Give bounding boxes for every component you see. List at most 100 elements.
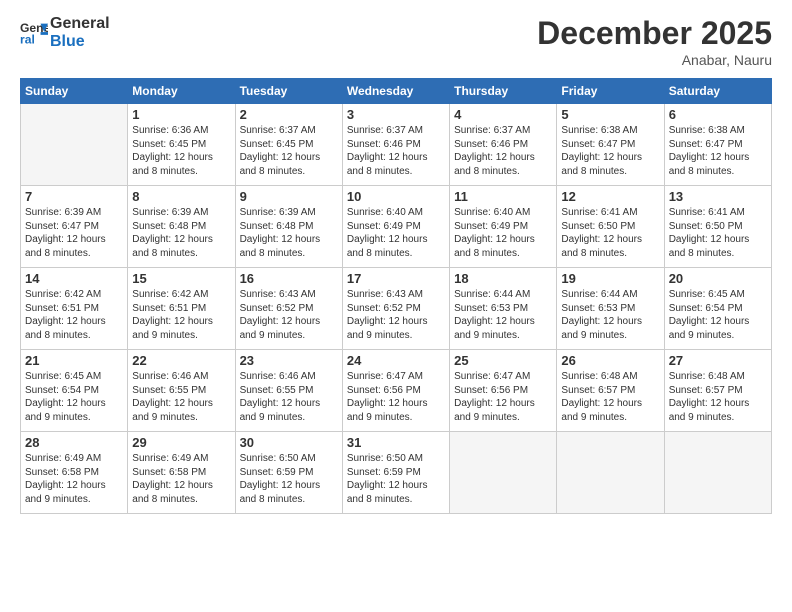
cell-info: Sunrise: 6:42 AM Sunset: 6:51 PM Dayligh… bbox=[25, 288, 123, 342]
cell-info: Sunrise: 6:39 AM Sunset: 6:47 PM Dayligh… bbox=[25, 206, 123, 260]
weekday-saturday: Saturday bbox=[664, 79, 771, 104]
day-number: 19 bbox=[561, 271, 659, 286]
calendar-cell: 22 Sunrise: 6:46 AM Sunset: 6:55 PM Dayli… bbox=[128, 350, 235, 432]
day-number: 7 bbox=[25, 189, 123, 204]
weekday-friday: Friday bbox=[557, 79, 664, 104]
calendar-cell: 9 Sunrise: 6:39 AM Sunset: 6:48 PM Daylig… bbox=[235, 186, 342, 268]
cell-info: Sunrise: 6:50 AM Sunset: 6:59 PM Dayligh… bbox=[240, 452, 338, 506]
cell-info: Sunrise: 6:38 AM Sunset: 6:47 PM Dayligh… bbox=[561, 124, 659, 178]
calendar-cell: 8Sunrise: 6:39 AM Sunset: 6:48 PM Daylig… bbox=[128, 186, 235, 268]
cell-info: Sunrise: 6:46 AM Sunset: 6:55 PM Dayligh… bbox=[240, 370, 338, 424]
day-number: 6 bbox=[669, 107, 767, 122]
cell-info: Sunrise: 6:36 AM Sunset: 6:45 PM Dayligh… bbox=[132, 124, 230, 178]
calendar-cell: 12 Sunrise: 6:41 AM Sunset: 6:50 PM Dayli… bbox=[557, 186, 664, 268]
day-number: 22 bbox=[132, 353, 230, 368]
day-number: 9 bbox=[240, 189, 338, 204]
day-number: 21 bbox=[25, 353, 123, 368]
cell-info: Sunrise: 6:44 AM Sunset: 6:53 PM Dayligh… bbox=[561, 288, 659, 342]
cell-info: Sunrise: 6:48 AM Sunset: 6:57 PM Dayligh… bbox=[561, 370, 659, 424]
week-row-5: 28Sunrise: 6:49 AM Sunset: 6:58 PM Dayli… bbox=[21, 432, 772, 514]
calendar-cell: 25 Sunrise: 6:47 AM Sunset: 6:56 PM Dayli… bbox=[450, 350, 557, 432]
day-number: 10 bbox=[347, 189, 445, 204]
weekday-header-row: SundayMondayTuesdayWednesdayThursdayFrid… bbox=[21, 79, 772, 104]
day-number: 11 bbox=[454, 189, 552, 204]
day-number: 16 bbox=[240, 271, 338, 286]
calendar-cell: 23 Sunrise: 6:46 AM Sunset: 6:55 PM Dayli… bbox=[235, 350, 342, 432]
calendar-cell: 20 Sunrise: 6:45 AM Sunset: 6:54 PM Dayli… bbox=[664, 268, 771, 350]
logo-line2: Blue bbox=[50, 33, 110, 51]
day-number: 5 bbox=[561, 107, 659, 122]
calendar-cell: 6 Sunrise: 6:38 AM Sunset: 6:47 PM Daylig… bbox=[664, 104, 771, 186]
calendar-cell: 2 Sunrise: 6:37 AM Sunset: 6:45 PM Daylig… bbox=[235, 104, 342, 186]
day-number: 31 bbox=[347, 435, 445, 450]
calendar-cell: 29Sunrise: 6:49 AM Sunset: 6:58 PM Dayli… bbox=[128, 432, 235, 514]
day-number: 2 bbox=[240, 107, 338, 122]
day-number: 29 bbox=[132, 435, 230, 450]
weekday-tuesday: Tuesday bbox=[235, 79, 342, 104]
weekday-wednesday: Wednesday bbox=[342, 79, 449, 104]
cell-info: Sunrise: 6:37 AM Sunset: 6:45 PM Dayligh… bbox=[240, 124, 338, 178]
calendar-cell: 4Sunrise: 6:37 AM Sunset: 6:46 PM Daylig… bbox=[450, 104, 557, 186]
week-row-3: 14 Sunrise: 6:42 AM Sunset: 6:51 PM Dayli… bbox=[21, 268, 772, 350]
calendar-cell bbox=[21, 104, 128, 186]
location: Anabar, Nauru bbox=[537, 52, 772, 68]
cell-info: Sunrise: 6:40 AM Sunset: 6:49 PM Dayligh… bbox=[454, 206, 552, 260]
week-row-2: 7 Sunrise: 6:39 AM Sunset: 6:47 PM Daylig… bbox=[21, 186, 772, 268]
day-number: 15 bbox=[132, 271, 230, 286]
calendar-cell: 21Sunrise: 6:45 AM Sunset: 6:54 PM Dayli… bbox=[21, 350, 128, 432]
day-number: 24 bbox=[347, 353, 445, 368]
calendar-cell: 10 Sunrise: 6:40 AM Sunset: 6:49 PM Dayli… bbox=[342, 186, 449, 268]
calendar-cell: 27 Sunrise: 6:48 AM Sunset: 6:57 PM Dayli… bbox=[664, 350, 771, 432]
week-row-1: 1Sunrise: 6:36 AM Sunset: 6:45 PM Daylig… bbox=[21, 104, 772, 186]
calendar-cell: 18 Sunrise: 6:44 AM Sunset: 6:53 PM Dayli… bbox=[450, 268, 557, 350]
logo: Gene ral General Blue bbox=[20, 15, 110, 50]
weekday-sunday: Sunday bbox=[21, 79, 128, 104]
calendar-cell: 5 Sunrise: 6:38 AM Sunset: 6:47 PM Daylig… bbox=[557, 104, 664, 186]
cell-info: Sunrise: 6:47 AM Sunset: 6:56 PM Dayligh… bbox=[347, 370, 445, 424]
cell-info: Sunrise: 6:43 AM Sunset: 6:52 PM Dayligh… bbox=[347, 288, 445, 342]
cell-info: Sunrise: 6:48 AM Sunset: 6:57 PM Dayligh… bbox=[669, 370, 767, 424]
cell-info: Sunrise: 6:42 AM Sunset: 6:51 PM Dayligh… bbox=[132, 288, 230, 342]
calendar-cell: 24 Sunrise: 6:47 AM Sunset: 6:56 PM Dayli… bbox=[342, 350, 449, 432]
day-number: 20 bbox=[669, 271, 767, 286]
day-number: 26 bbox=[561, 353, 659, 368]
calendar-cell: 19 Sunrise: 6:44 AM Sunset: 6:53 PM Dayli… bbox=[557, 268, 664, 350]
cell-info: Sunrise: 6:37 AM Sunset: 6:46 PM Dayligh… bbox=[347, 124, 445, 178]
svg-text:ral: ral bbox=[20, 32, 35, 46]
weekday-thursday: Thursday bbox=[450, 79, 557, 104]
cell-info: Sunrise: 6:43 AM Sunset: 6:52 PM Dayligh… bbox=[240, 288, 338, 342]
calendar-cell bbox=[450, 432, 557, 514]
day-number: 27 bbox=[669, 353, 767, 368]
cell-info: Sunrise: 6:45 AM Sunset: 6:54 PM Dayligh… bbox=[669, 288, 767, 342]
calendar-cell bbox=[557, 432, 664, 514]
calendar-cell: 7 Sunrise: 6:39 AM Sunset: 6:47 PM Daylig… bbox=[21, 186, 128, 268]
cell-info: Sunrise: 6:39 AM Sunset: 6:48 PM Dayligh… bbox=[240, 206, 338, 260]
day-number: 12 bbox=[561, 189, 659, 204]
cell-info: Sunrise: 6:49 AM Sunset: 6:58 PM Dayligh… bbox=[25, 452, 123, 506]
day-number: 23 bbox=[240, 353, 338, 368]
calendar-cell: 26 Sunrise: 6:48 AM Sunset: 6:57 PM Dayli… bbox=[557, 350, 664, 432]
calendar-cell: 3Sunrise: 6:37 AM Sunset: 6:46 PM Daylig… bbox=[342, 104, 449, 186]
calendar-cell: 31 Sunrise: 6:50 AM Sunset: 6:59 PM Dayli… bbox=[342, 432, 449, 514]
day-number: 18 bbox=[454, 271, 552, 286]
calendar-cell: 11 Sunrise: 6:40 AM Sunset: 6:49 PM Dayli… bbox=[450, 186, 557, 268]
calendar-cell: 17Sunrise: 6:43 AM Sunset: 6:52 PM Dayli… bbox=[342, 268, 449, 350]
title-block: December 2025 Anabar, Nauru bbox=[537, 15, 772, 68]
cell-info: Sunrise: 6:40 AM Sunset: 6:49 PM Dayligh… bbox=[347, 206, 445, 260]
cell-info: Sunrise: 6:39 AM Sunset: 6:48 PM Dayligh… bbox=[132, 206, 230, 260]
cell-info: Sunrise: 6:38 AM Sunset: 6:47 PM Dayligh… bbox=[669, 124, 767, 178]
calendar-cell: 30Sunrise: 6:50 AM Sunset: 6:59 PM Dayli… bbox=[235, 432, 342, 514]
month-title: December 2025 bbox=[537, 15, 772, 52]
cell-info: Sunrise: 6:50 AM Sunset: 6:59 PM Dayligh… bbox=[347, 452, 445, 506]
cell-info: Sunrise: 6:44 AM Sunset: 6:53 PM Dayligh… bbox=[454, 288, 552, 342]
calendar-cell: 13Sunrise: 6:41 AM Sunset: 6:50 PM Dayli… bbox=[664, 186, 771, 268]
cell-info: Sunrise: 6:41 AM Sunset: 6:50 PM Dayligh… bbox=[669, 206, 767, 260]
cell-info: Sunrise: 6:41 AM Sunset: 6:50 PM Dayligh… bbox=[561, 206, 659, 260]
calendar-table: SundayMondayTuesdayWednesdayThursdayFrid… bbox=[20, 78, 772, 514]
day-number: 25 bbox=[454, 353, 552, 368]
cell-info: Sunrise: 6:46 AM Sunset: 6:55 PM Dayligh… bbox=[132, 370, 230, 424]
page-header: Gene ral General Blue December 2025 Anab… bbox=[20, 15, 772, 68]
day-number: 14 bbox=[25, 271, 123, 286]
cell-info: Sunrise: 6:47 AM Sunset: 6:56 PM Dayligh… bbox=[454, 370, 552, 424]
calendar-cell: 16 Sunrise: 6:43 AM Sunset: 6:52 PM Dayli… bbox=[235, 268, 342, 350]
